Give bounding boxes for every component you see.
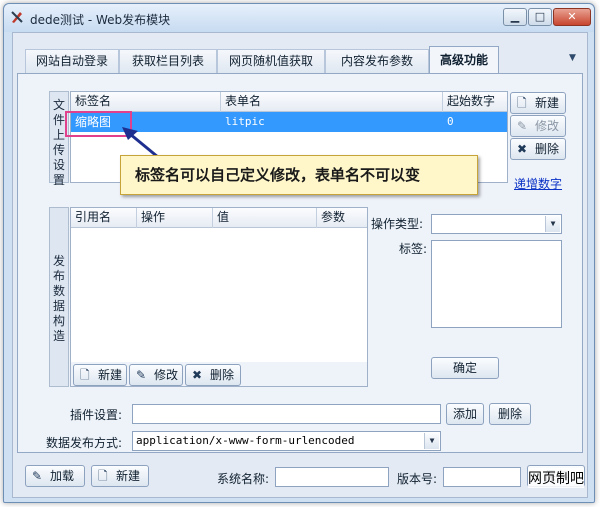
annotation-arrow — [122, 127, 165, 164]
app-window: dede测试 - Web发布模块 ▁ □ ✕ 网站自动登录 获取栏目列表 网页随… — [3, 3, 595, 503]
watermark: 网页制吧 — [528, 468, 584, 488]
annotation-callout: 标签名可以自己定义修改，表单名不可以变 — [120, 155, 478, 195]
